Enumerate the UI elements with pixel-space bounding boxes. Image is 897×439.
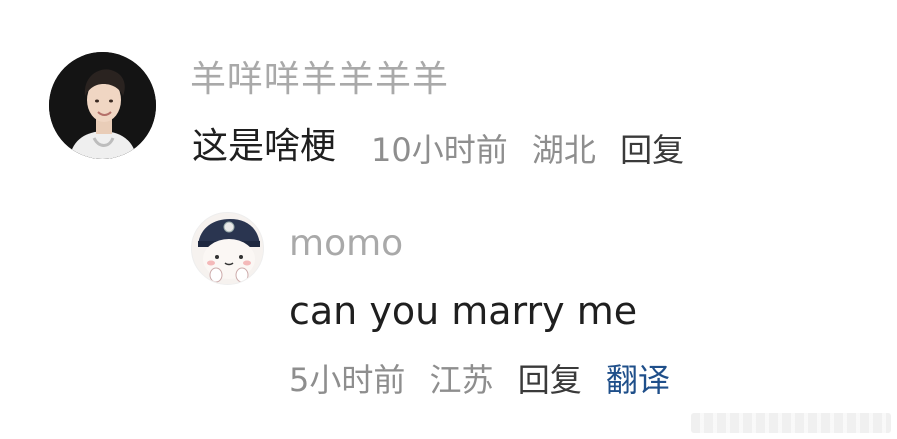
person-photo-icon [49, 52, 156, 159]
cartoon-character-icon [192, 213, 263, 284]
comment-text: 这是啥梗 [192, 126, 337, 167]
reply-time: 5小时前 [289, 361, 406, 399]
comment-meta: 10小时前 湖北 回复 [371, 134, 698, 166]
comment-time: 10小时前 [371, 131, 508, 169]
comment-reply-button[interactable]: 回复 [620, 131, 684, 169]
translate-button[interactable]: 翻译 [606, 361, 670, 399]
commenter-username[interactable]: 羊咩咩羊羊羊羊 [190, 62, 449, 98]
commenter-avatar[interactable] [49, 52, 156, 159]
reply-reply-button[interactable]: 回复 [518, 361, 582, 399]
replier-avatar[interactable] [191, 212, 264, 285]
reply-location: 江苏 [429, 361, 494, 399]
replier-username[interactable]: momo [289, 226, 403, 262]
watermark [691, 413, 891, 433]
reply-text: can you marry me [289, 289, 638, 333]
comment-location: 湖北 [531, 131, 596, 169]
reply-meta: 5小时前 江苏 回复 翻译 [289, 364, 670, 396]
